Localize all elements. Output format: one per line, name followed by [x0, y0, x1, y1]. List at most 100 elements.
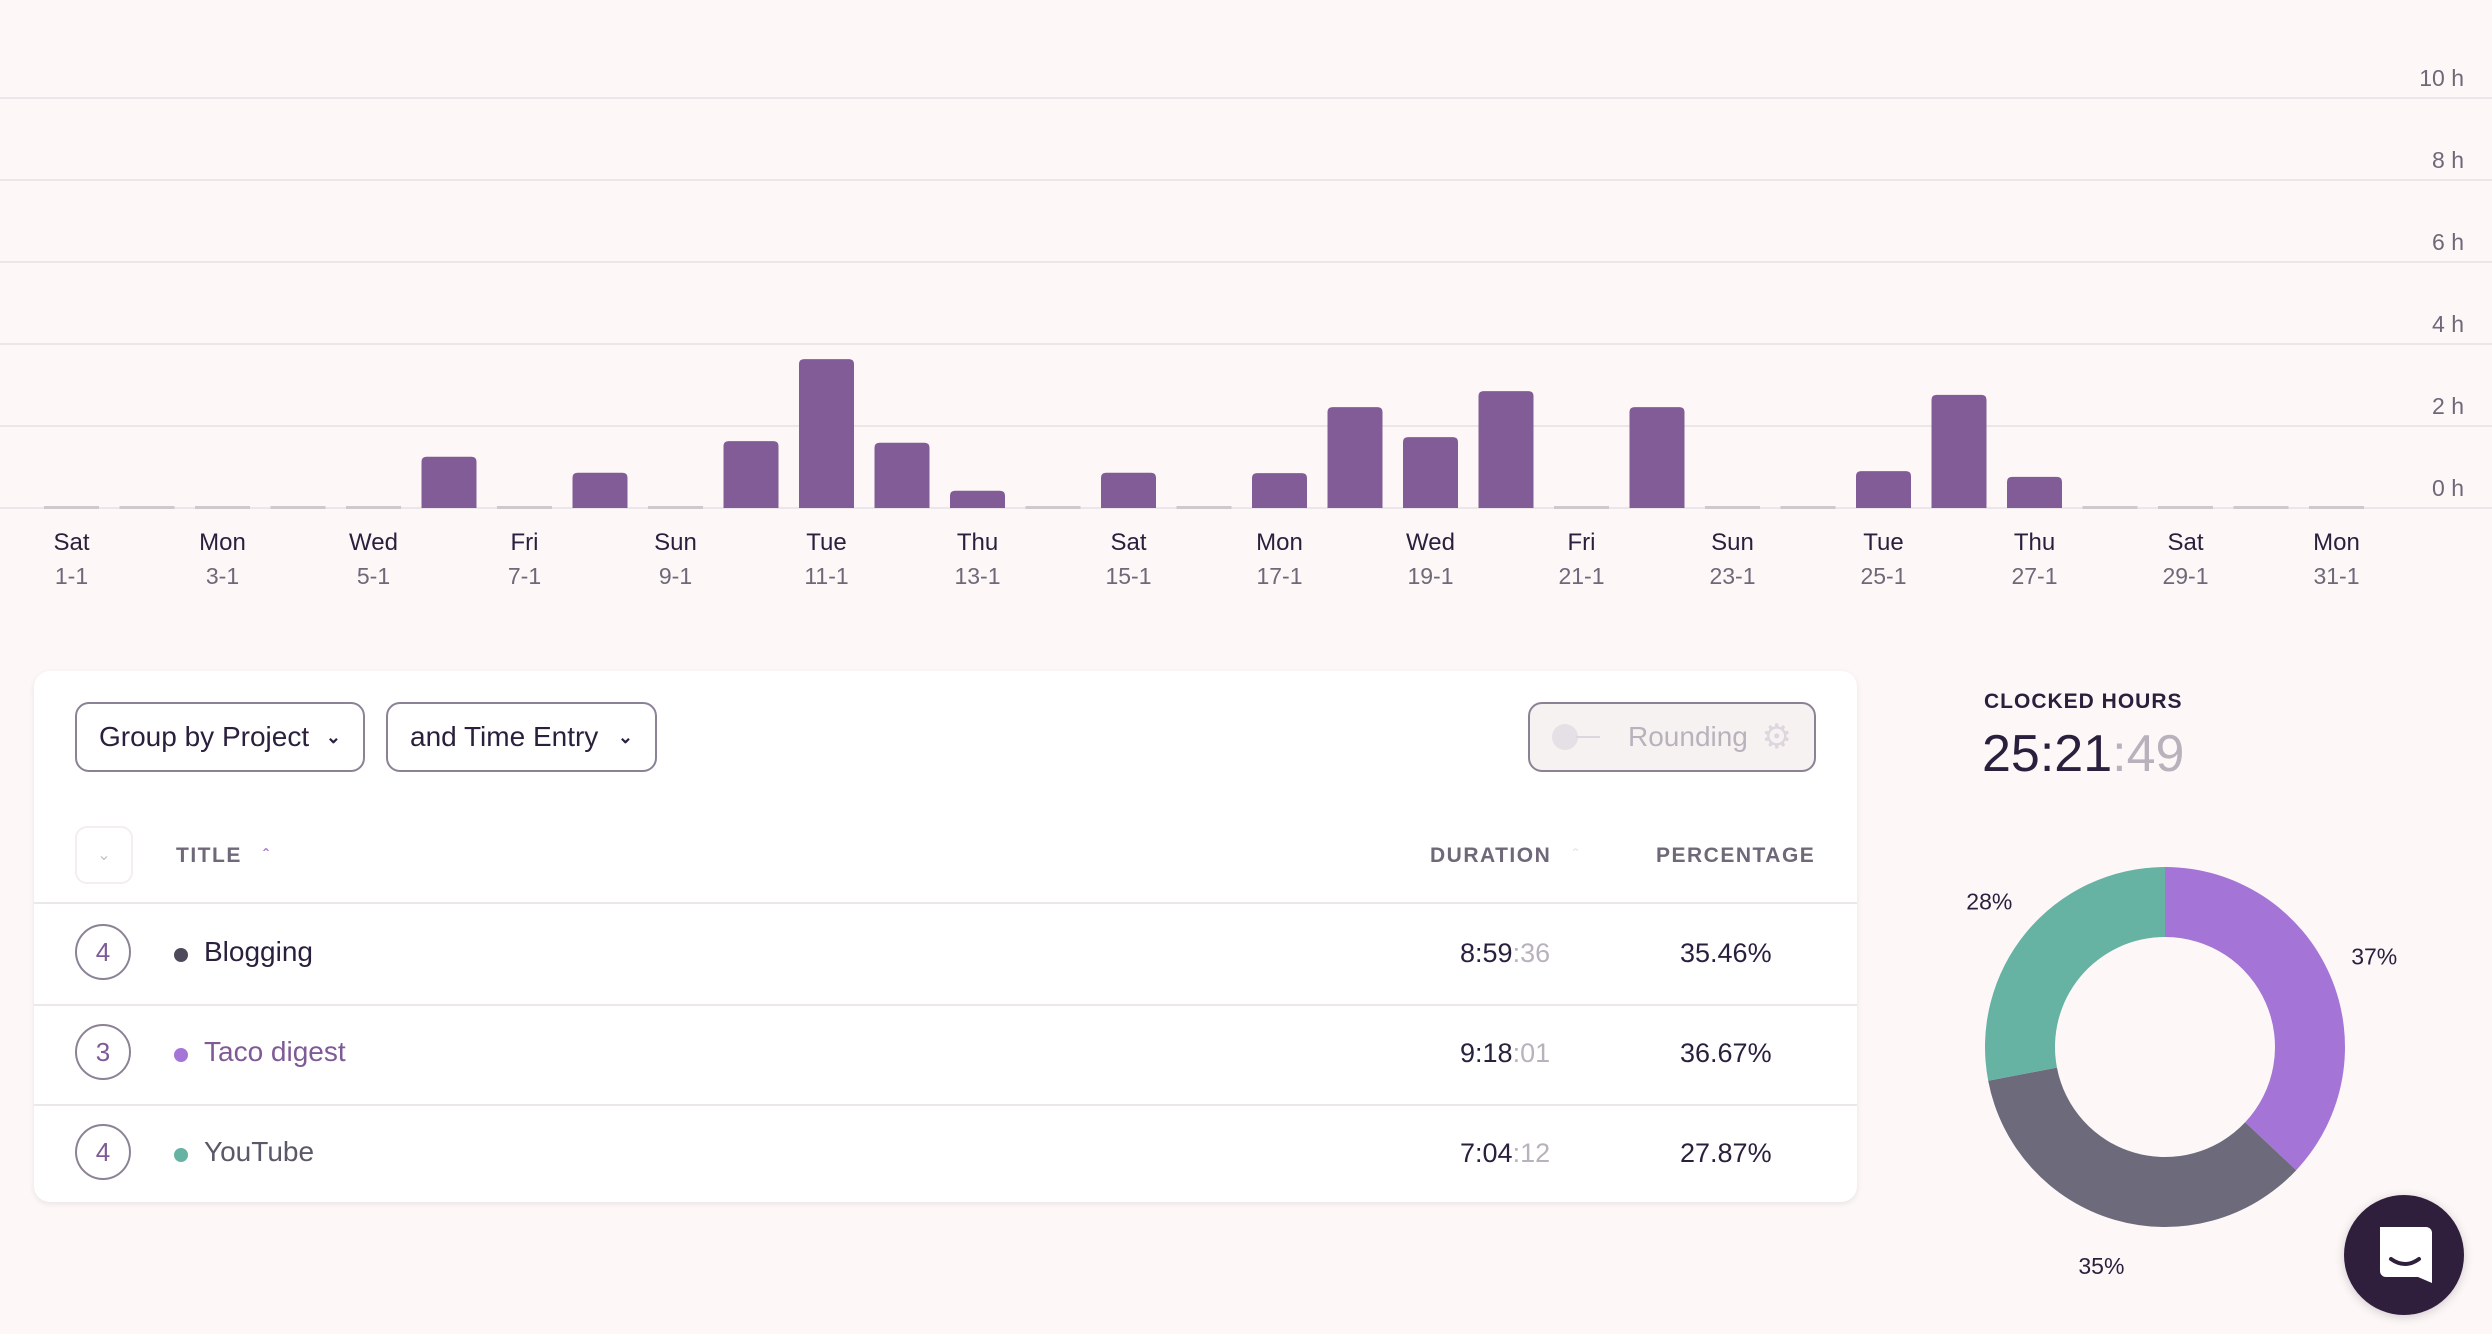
x-tick-day: Sat: [1110, 529, 1146, 556]
project-title[interactable]: Taco digest: [204, 1036, 346, 1068]
percentage-value: 36.67%: [1680, 1038, 1772, 1068]
bar[interactable]: [1931, 394, 1987, 508]
x-tick-date: 9-1: [659, 563, 692, 589]
bar-zero: [1554, 506, 1609, 509]
bar-zero: [119, 506, 175, 509]
clocked-hours-value: 25:21:49: [1982, 724, 2184, 784]
chat-icon: [2380, 1227, 2432, 1283]
table-header: ⌄ TITLE ˆ DURATION ˆ PERCENTAGE: [34, 826, 1857, 904]
toggle-knob: [1552, 724, 1578, 750]
x-tick-date: 17-1: [1256, 563, 1302, 589]
chevron-down-icon: ⌄: [617, 726, 633, 747]
clocked-hours-label: CLOCKED HOURS: [1984, 690, 2183, 713]
bar-zero: [497, 506, 552, 509]
x-tick-date: 25-1: [1860, 563, 1906, 589]
sub-group-label: and Time Entry: [410, 721, 599, 752]
toggle-track: [1576, 736, 1600, 738]
x-tick-day: Thu: [957, 529, 998, 556]
rounding-toggle-button[interactable]: Rounding ⚙: [1528, 702, 1816, 772]
x-tick-day: Thu: [2014, 529, 2055, 556]
bar[interactable]: [723, 441, 779, 508]
duration-seconds: :36: [1512, 938, 1551, 968]
bar[interactable]: [2007, 476, 2062, 508]
x-tick-date: 7-1: [508, 563, 541, 589]
bar[interactable]: [1327, 407, 1383, 508]
title-header-label: TITLE: [176, 844, 242, 867]
x-tick-day: Wed: [1406, 529, 1455, 556]
bar[interactable]: [799, 359, 854, 508]
gear-icon[interactable]: ⚙: [1762, 717, 1792, 757]
entry-count-badge[interactable]: 4: [75, 1124, 131, 1180]
bar[interactable]: [1629, 407, 1685, 508]
y-tick-label: 10 h: [2419, 65, 2464, 91]
donut-slice[interactable]: [2165, 867, 2345, 1171]
duration-value: 7:04:12: [1460, 1138, 1550, 1169]
y-tick-label: 2 h: [2432, 393, 2464, 419]
daily-hours-bar-chart: 0 h 2 h 4 h 6 h 8 h 10 h Sat 1-1 Mon 3-1 Wed 5-1 Fri…: [0, 65, 2492, 589]
entry-count-badge[interactable]: 4: [75, 924, 131, 980]
x-tick-date: 29-1: [2162, 563, 2208, 589]
table-row[interactable]: 4 Blogging 8:59:36 35.46%: [34, 904, 1857, 1006]
duration-hm: 8:59: [1460, 938, 1513, 968]
x-tick-day: Fri: [511, 529, 539, 556]
bar-zero: [1705, 506, 1760, 509]
table-row[interactable]: 4 YouTube 7:04:12 27.87%: [34, 1104, 1857, 1204]
column-header-duration[interactable]: DURATION ˆ: [1430, 844, 1579, 868]
y-tick-label: 6 h: [2432, 229, 2464, 255]
duration-seconds: :01: [1512, 1038, 1551, 1068]
report-table-card: Group by Project ⌄ and Time Entry ⌄ Roun…: [34, 671, 1857, 1202]
percentage-value: 27.87%: [1680, 1138, 1772, 1168]
project-color-dot: [174, 1148, 188, 1162]
duration-seconds: :12: [1512, 1138, 1551, 1168]
x-tick-day: Mon: [1256, 529, 1303, 556]
y-tick-label: 4 h: [2432, 311, 2464, 337]
donut-slice-label: 35%: [2078, 1253, 2124, 1279]
x-tick-date: 23-1: [1709, 563, 1755, 589]
bar-zero: [270, 506, 326, 509]
bar[interactable]: [1478, 391, 1534, 508]
bar-zero: [44, 506, 99, 509]
group-by-dropdown[interactable]: Group by Project ⌄: [75, 702, 365, 772]
entry-count-badge[interactable]: 3: [75, 1024, 131, 1080]
x-tick-date: 13-1: [954, 563, 1000, 589]
bar-zero: [2309, 506, 2364, 509]
bar[interactable]: [1856, 471, 1911, 508]
x-tick-date: 1-1: [55, 563, 88, 589]
y-tick-label: 0 h: [2432, 475, 2464, 501]
x-tick-day: Mon: [2313, 529, 2360, 556]
column-header-title[interactable]: TITLE ˆ: [176, 844, 270, 868]
bar[interactable]: [421, 456, 477, 508]
y-tick-label: 8 h: [2432, 147, 2464, 173]
x-tick-date: 27-1: [2011, 563, 2057, 589]
table-row[interactable]: 3 Taco digest 9:18:01 36.67%: [34, 1004, 1857, 1106]
toggle-switch[interactable]: [1552, 722, 1604, 752]
bar[interactable]: [950, 490, 1005, 508]
bar-zero: [2233, 506, 2289, 509]
donut-slice[interactable]: [1988, 1067, 2297, 1227]
bar-zero: [1780, 506, 1836, 509]
expand-all-button[interactable]: ⌄: [75, 826, 133, 884]
chevron-down-icon: ⌄: [97, 847, 111, 864]
bar[interactable]: [874, 442, 930, 508]
x-tick-date: 5-1: [357, 563, 390, 589]
x-tick-date: 11-1: [804, 563, 848, 589]
bar[interactable]: [1252, 473, 1307, 508]
x-tick-date: 19-1: [1407, 563, 1453, 589]
chat-support-button[interactable]: [2344, 1195, 2464, 1315]
bar[interactable]: [1101, 472, 1156, 508]
sub-group-dropdown[interactable]: and Time Entry ⌄: [386, 702, 657, 772]
project-title[interactable]: Blogging: [204, 936, 313, 968]
x-tick-day: Tue: [806, 529, 846, 556]
project-title[interactable]: YouTube: [204, 1136, 314, 1168]
x-tick-day: Fri: [1568, 529, 1596, 556]
x-tick-day: Tue: [1863, 529, 1903, 556]
bar-zero: [195, 506, 250, 509]
x-tick-date: 15-1: [1105, 563, 1151, 589]
bar[interactable]: [1403, 437, 1458, 508]
bar-zero: [346, 506, 401, 509]
x-tick-date: 31-1: [2313, 563, 2359, 589]
x-tick-day: Sun: [654, 529, 697, 556]
duration-value: 9:18:01: [1460, 1038, 1550, 1069]
percentage-header-label: PERCENTAGE: [1656, 844, 1816, 867]
bar[interactable]: [572, 472, 628, 508]
